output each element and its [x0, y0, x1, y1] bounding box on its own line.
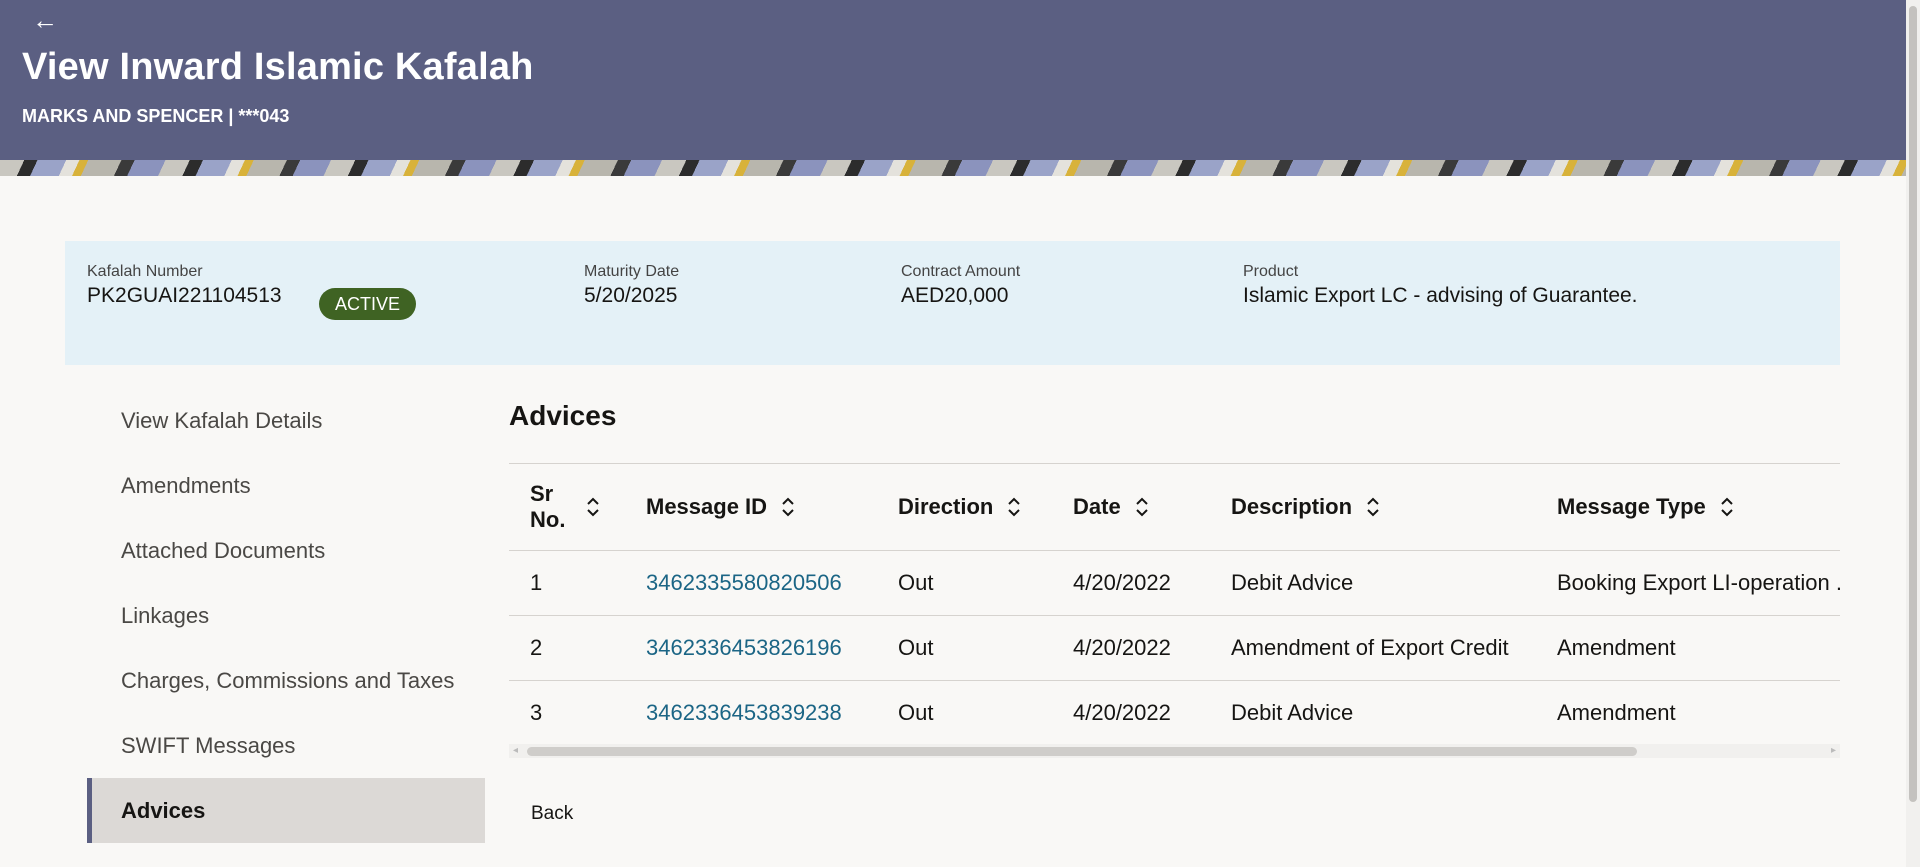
- cell-description: Amendment of Export Credit: [1210, 615, 1536, 681]
- col-header-sr-no-label: Sr No.: [530, 480, 566, 532]
- cell-message-type: Amendment: [1536, 615, 1840, 681]
- nav-item-attached-documents[interactable]: Attached Documents: [87, 518, 485, 583]
- scroll-right-icon[interactable]: ▸: [1831, 744, 1836, 758]
- page-subtitle: MARKS AND SPENCER | ***043: [22, 106, 290, 126]
- sort-icon[interactable]: [1135, 496, 1149, 518]
- sort-icon[interactable]: [1720, 496, 1734, 518]
- cell-description: Debit Advice: [1210, 680, 1536, 746]
- col-header-message-type-label: Message Type: [1557, 493, 1706, 519]
- cell-message-id: 3462336453826196: [625, 615, 877, 681]
- nav-item-swift-messages[interactable]: SWIFT Messages: [87, 713, 485, 778]
- contract-amount-label: Contract Amount: [901, 263, 1021, 280]
- kafalah-number-label: Kafalah Number: [87, 263, 203, 280]
- col-header-direction[interactable]: Direction: [877, 464, 1052, 551]
- page-scrollbar-thumb[interactable]: [1909, 6, 1917, 802]
- cell-date: 4/20/2022: [1052, 680, 1210, 746]
- side-navigation: View Kafalah Details Amendments Attached…: [87, 388, 485, 843]
- message-id-link[interactable]: 3462336453826196: [646, 635, 842, 660]
- nav-item-view-kafalah-details[interactable]: View Kafalah Details: [87, 388, 485, 453]
- table-row: 3 3462336453839238 Out 4/20/2022 Debit A…: [509, 680, 1840, 746]
- back-button[interactable]: Back: [531, 803, 573, 825]
- nav-item-advices[interactable]: Advices: [87, 778, 485, 843]
- cell-direction: Out: [877, 680, 1052, 746]
- table-row: 2 3462336453826196 Out 4/20/2022 Amendme…: [509, 615, 1840, 681]
- col-header-message-id-label: Message ID: [646, 493, 768, 519]
- cell-sr-no: 1: [509, 550, 625, 616]
- cell-direction: Out: [877, 615, 1052, 681]
- table-header-row: Sr No. Message ID Direction Date Descrip…: [509, 464, 1840, 551]
- col-header-description-label: Description: [1231, 493, 1353, 519]
- message-id-link[interactable]: 3462336453839238: [646, 700, 842, 725]
- section-title: Advices: [509, 400, 617, 431]
- table-horizontal-scrollbar[interactable]: ◂ ▸: [509, 744, 1840, 758]
- advices-table-container: Sr No. Message ID Direction Date Descrip…: [509, 463, 1840, 760]
- back-arrow-icon[interactable]: ←: [32, 6, 60, 34]
- sort-icon[interactable]: [781, 496, 795, 518]
- sort-icon[interactable]: [586, 496, 600, 518]
- page-vertical-scrollbar[interactable]: [1906, 0, 1920, 867]
- cell-message-id: 3462336453839238: [625, 680, 877, 746]
- kafalah-summary-card: Kafalah Number PK2GUAI221104513 ACTIVE M…: [65, 241, 1840, 365]
- scrollbar-thumb[interactable]: [527, 747, 1637, 756]
- message-id-link[interactable]: 3462335580820506: [646, 570, 842, 595]
- col-header-message-type[interactable]: Message Type: [1536, 464, 1840, 551]
- maturity-date-value: 5/20/2025: [584, 284, 678, 307]
- cell-message-id: 3462335580820506: [625, 550, 877, 616]
- col-header-description[interactable]: Description: [1210, 464, 1536, 551]
- nav-item-linkages[interactable]: Linkages: [87, 583, 485, 648]
- cell-message-type: Booking Export LI-operation ...: [1536, 550, 1840, 616]
- contract-amount-value: AED20,000: [901, 284, 1009, 307]
- col-header-date[interactable]: Date: [1052, 464, 1210, 551]
- cell-description: Debit Advice: [1210, 550, 1536, 616]
- maturity-date-field: Maturity Date 5/20/2025: [584, 263, 679, 308]
- page-title: View Inward Islamic Kafalah: [22, 46, 534, 88]
- page-header: ← View Inward Islamic Kafalah MARKS AND …: [0, 0, 1906, 176]
- header-decorative-band: [0, 160, 1906, 176]
- scroll-left-icon[interactable]: ◂: [513, 744, 518, 758]
- nav-item-amendments[interactable]: Amendments: [87, 453, 485, 518]
- sort-icon[interactable]: [1007, 496, 1021, 518]
- cell-date: 4/20/2022: [1052, 550, 1210, 616]
- cell-sr-no: 3: [509, 680, 625, 746]
- product-value: Islamic Export LC - advising of Guarante…: [1243, 284, 1638, 307]
- sort-icon[interactable]: [1366, 496, 1380, 518]
- kafalah-number-value: PK2GUAI221104513: [87, 284, 282, 307]
- cell-date: 4/20/2022: [1052, 615, 1210, 681]
- product-field: Product Islamic Export LC - advising of …: [1243, 263, 1638, 308]
- cell-message-type: Amendment: [1536, 680, 1840, 746]
- col-header-date-label: Date: [1073, 493, 1121, 519]
- table-row: 1 3462335580820506 Out 4/20/2022 Debit A…: [509, 550, 1840, 616]
- cell-direction: Out: [877, 550, 1052, 616]
- maturity-date-label: Maturity Date: [584, 263, 680, 280]
- col-header-direction-label: Direction: [898, 493, 994, 519]
- col-header-sr-no[interactable]: Sr No.: [509, 464, 625, 551]
- status-badge: ACTIVE: [319, 288, 417, 320]
- col-header-message-id[interactable]: Message ID: [625, 464, 877, 551]
- kafalah-number-field: Kafalah Number PK2GUAI221104513: [87, 263, 282, 308]
- cell-sr-no: 2: [509, 615, 625, 681]
- advices-table: Sr No. Message ID Direction Date Descrip…: [509, 464, 1840, 746]
- nav-item-charges-commissions-taxes[interactable]: Charges, Commissions and Taxes: [87, 648, 485, 713]
- contract-amount-field: Contract Amount AED20,000: [901, 263, 1020, 308]
- product-label: Product: [1243, 263, 1299, 280]
